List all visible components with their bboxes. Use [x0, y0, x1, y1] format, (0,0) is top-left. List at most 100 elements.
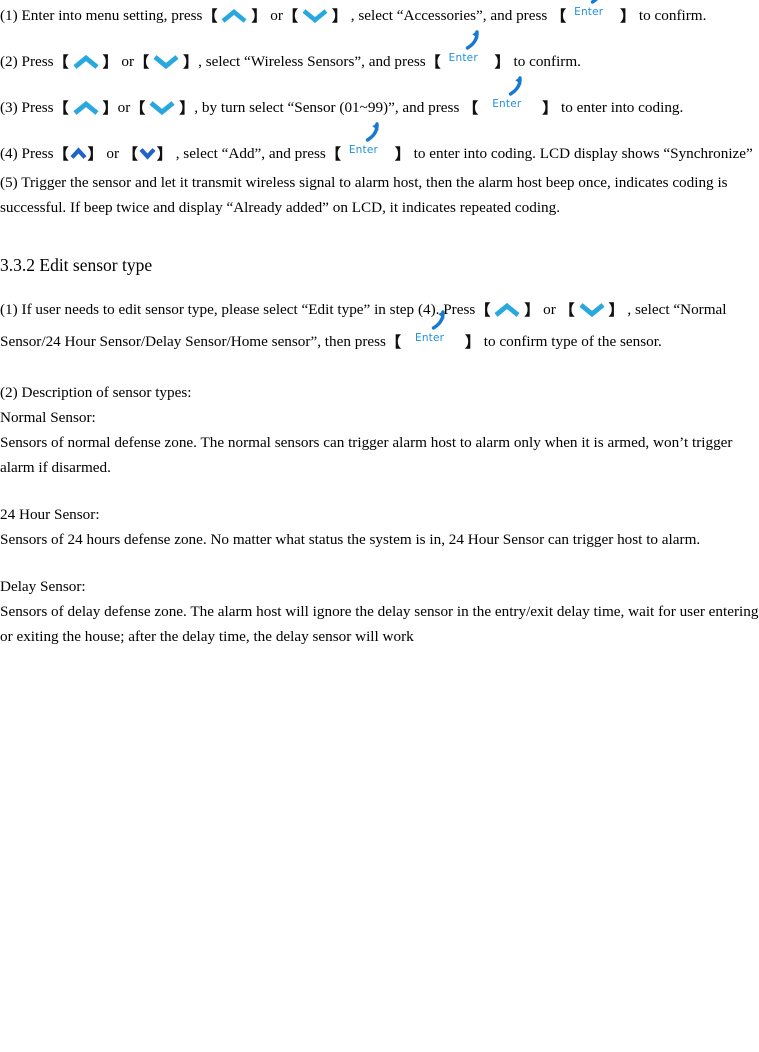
bracket-close: 】	[394, 145, 410, 163]
chevron-down-icon	[298, 7, 332, 25]
key-down-group: 【】	[123, 138, 172, 170]
key-enter-group: 【 Enter 】	[425, 30, 510, 78]
bracket-close: 】	[179, 99, 195, 117]
bracket-open: 【	[463, 99, 479, 117]
step-3-prefix: (3) Press	[0, 99, 54, 116]
chevron-down-icon	[149, 53, 183, 71]
chevron-up-icon	[69, 146, 88, 161]
step-1-prefix: (1) Enter into menu setting, press	[0, 7, 203, 24]
step-3-mid2: , by turn select “Sensor (01~99)”, and p…	[194, 99, 460, 116]
key-up-group: 【】	[202, 0, 266, 32]
enter-key-label: Enter	[348, 144, 379, 156]
key-down-group: 【】	[134, 46, 198, 78]
key-up-group: 【】	[54, 138, 103, 170]
bracket-close: 】	[542, 99, 558, 117]
sensor-type-title: Normal Sensor:	[0, 409, 96, 426]
bracket-open: 【	[202, 7, 218, 25]
step-2-suffix: to confirm.	[513, 53, 581, 70]
bracket-open: 【	[425, 53, 441, 71]
bracket-close: 】	[464, 333, 480, 351]
bracket-close: 】	[620, 7, 636, 25]
step-4-mid1: or	[106, 145, 120, 162]
step-5-paragraph: (5) Trigger the sensor and let it transm…	[0, 174, 728, 216]
sensor-type-description: Sensors of 24 hours defense zone. No mat…	[0, 531, 701, 548]
bracket-open: 【	[130, 99, 146, 117]
enter-key-label: Enter	[492, 98, 522, 110]
bracket-open: 【	[551, 7, 567, 25]
key-down-group: 【】	[560, 294, 624, 326]
bracket-close: 】	[251, 7, 267, 25]
enter-key-label: Enter	[414, 332, 445, 344]
key-enter-group: 【 Enter 】	[463, 76, 558, 124]
bracket-close: 】	[608, 301, 624, 319]
bracket-close: 】	[102, 53, 118, 71]
key-up-group: 【】	[475, 294, 539, 326]
bracket-open: 【	[559, 301, 575, 319]
bracket-close: 】	[87, 145, 103, 163]
return-arrow-icon	[357, 122, 381, 144]
bracket-open: 【	[53, 99, 69, 117]
sensor-type-description: Sensors of normal defense zone. The norm…	[0, 434, 733, 476]
return-arrow-icon	[423, 310, 447, 332]
bracket-close: 】	[524, 301, 540, 319]
enter-key-icon: Enter	[401, 310, 465, 346]
section-heading: 3.3.2 Edit sensor type	[0, 255, 153, 275]
key-enter-group: 【 Enter 】	[551, 0, 635, 32]
bracket-open: 【	[325, 145, 341, 163]
key-enter-group: 【 Enter 】	[385, 310, 480, 358]
bracket-open: 【	[475, 301, 491, 319]
item-1-mid1: or	[543, 301, 556, 318]
chevron-up-icon	[69, 53, 103, 71]
sensor-type-title: Delay Sensor:	[0, 578, 86, 595]
enter-key-label: Enter	[448, 52, 478, 64]
step-4-paragraph: (4) Press【】 or 【】 , select “Add”, and pr…	[0, 122, 759, 170]
key-up-group: 【】	[54, 92, 118, 124]
bracket-close: 】	[494, 53, 510, 71]
enter-key-icon: Enter	[441, 30, 495, 66]
enter-key-label: Enter	[574, 6, 604, 18]
enter-key-icon: Enter	[341, 122, 395, 158]
return-arrow-icon	[500, 76, 524, 98]
return-arrow-icon	[457, 30, 481, 52]
step-4-mid2: , select “Add”, and press	[175, 145, 326, 162]
enter-key-icon: Enter	[478, 76, 542, 112]
sensor-type-title: 24 Hour Sensor:	[0, 506, 100, 523]
key-enter-group: 【 Enter 】	[325, 122, 410, 170]
bracket-open: 【	[282, 7, 298, 25]
key-down-group: 【】	[130, 92, 194, 124]
enter-key-icon: Enter	[566, 0, 620, 20]
chevron-down-icon	[145, 99, 179, 117]
step-2-mid2: , select “Wireless Sensors”, and press	[198, 53, 426, 70]
section-item-1-paragraph: (1) If user needs to edit sensor type, p…	[0, 294, 759, 358]
chevron-up-icon	[490, 301, 524, 319]
key-down-group: 【】	[283, 0, 347, 32]
sensor-type-description: Sensors of delay defense zone. The alarm…	[0, 603, 759, 645]
step-2-paragraph: (2) Press【】 or【】, select “Wireless Senso…	[0, 30, 759, 78]
step-4-suffix: to enter into coding. LCD display shows …	[413, 145, 753, 162]
bracket-open: 【	[385, 333, 401, 351]
bracket-open: 【	[53, 145, 69, 163]
bracket-open: 【	[122, 145, 138, 163]
bracket-close: 】	[102, 99, 118, 117]
bracket-close: 】	[183, 53, 199, 71]
step-3-suffix: to enter into coding.	[561, 99, 684, 116]
key-up-group: 【】	[54, 46, 118, 78]
bracket-close: 】	[331, 7, 347, 25]
step-1-mid2: , select “Accessories”, and press	[350, 7, 548, 24]
bracket-open: 【	[53, 53, 69, 71]
step-3-paragraph: (3) Press【 】or【】, by turn select “Sensor …	[0, 76, 759, 124]
bracket-open: 【	[134, 53, 150, 71]
step-2-mid1: or	[121, 53, 135, 70]
chevron-up-icon	[69, 99, 103, 117]
document-page: (1) Enter into menu setting, press【】 or【…	[0, 0, 759, 1052]
chevron-up-icon	[217, 7, 251, 25]
step-4-prefix: (4) Press	[0, 145, 54, 162]
bracket-close: 】	[156, 145, 172, 163]
step-1-mid1: or	[270, 7, 283, 24]
step-2-prefix: (2) Press	[0, 53, 54, 70]
